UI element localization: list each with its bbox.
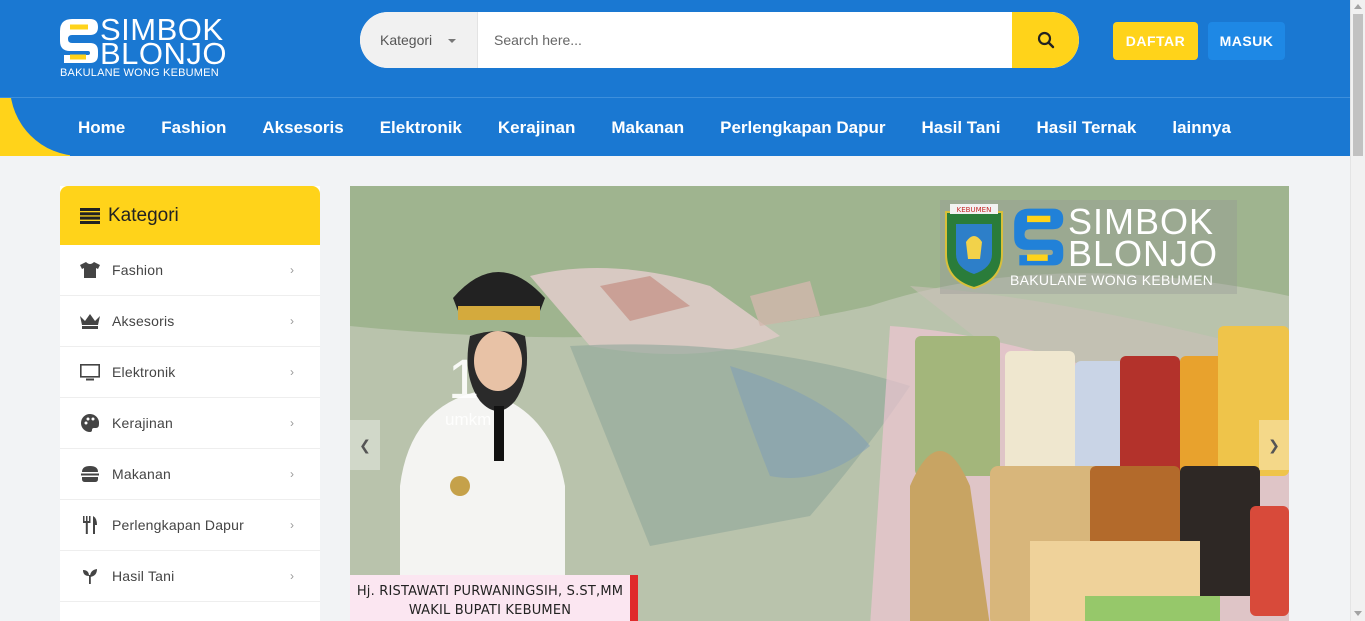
chevron-right-icon: › (290, 467, 294, 481)
logo-mark-icon (60, 19, 98, 63)
slide-number: 1 (448, 347, 480, 410)
list-icon (80, 207, 100, 224)
carousel-next-button[interactable]: ❯ (1259, 420, 1289, 470)
nav-list: Home Fashion Aksesoris Elektronik Keraji… (60, 98, 1249, 156)
caption-title: WAKIL BUPATI KEBUMEN (408, 603, 572, 618)
nav-item-perlengkapan-dapur[interactable]: Perlengkapan Dapur (702, 118, 903, 138)
logo-tagline: BAKULANE WONG KEBUMEN (60, 67, 219, 79)
banner-logo: KEBUMEN SIMBOK BLONJO BAKULANE WONG KEBU… (940, 200, 1237, 294)
sidebar-item-perlengkapan-dapur[interactable]: Perlengkapan Dapur › (60, 500, 320, 551)
sidebar-item-elektronik[interactable]: Elektronik › (60, 347, 320, 398)
nav-item-lainnya[interactable]: lainnya (1154, 118, 1249, 138)
sidebar-item-hasil-tani[interactable]: Hasil Tani › (60, 551, 320, 602)
sidebar-item-label: Kerajinan (112, 415, 173, 431)
category-sidebar: Kategori Fashion › Aksesoris › Elektroni… (60, 186, 320, 621)
emblem-text: KEBUMEN (957, 206, 992, 214)
search-button[interactable] (1012, 12, 1079, 68)
chevron-left-icon: ❮ (359, 436, 371, 453)
sidebar-item-label: Makanan (112, 466, 171, 482)
sidebar-title: Kategori (108, 204, 179, 226)
palette-icon (80, 413, 100, 433)
main-nav: Home Fashion Aksesoris Elektronik Keraji… (0, 97, 1350, 156)
login-button[interactable]: MASUK (1208, 22, 1285, 60)
search-input[interactable] (478, 12, 1012, 68)
search-icon (1037, 31, 1054, 49)
banner-logo-tagline: BAKULANE WONG KEBUMEN (1010, 272, 1214, 288)
nav-item-hasil-tani[interactable]: Hasil Tani (903, 118, 1018, 138)
utensils-icon (80, 515, 100, 535)
logo-word-2: BLONJO (100, 36, 228, 71)
banner-caption: Hj. RISTAWATI PURWANINGSIH, S.ST,MM WAKI… (350, 575, 638, 621)
scroll-thumb[interactable] (1353, 14, 1363, 156)
crown-icon (80, 311, 100, 331)
sidebar-item-label: Hasil Tani (112, 568, 175, 584)
sidebar-item-kerajinan[interactable]: Kerajinan › (60, 398, 320, 449)
header-bar: SIMBOK BLONJO BAKULANE WONG KEBUMEN Kate… (0, 0, 1365, 97)
nav-item-aksesoris[interactable]: Aksesoris (244, 118, 361, 138)
chevron-right-icon: › (290, 416, 294, 430)
caret-down-icon (448, 39, 456, 43)
chevron-right-icon: › (290, 569, 294, 583)
sidebar-item-label: Elektronik (112, 364, 176, 380)
scroll-up-icon[interactable] (1354, 4, 1362, 9)
sidebar-item-label: Perlengkapan Dapur (112, 517, 245, 533)
nav-item-makanan[interactable]: Makanan (593, 118, 702, 138)
chevron-right-icon: › (290, 263, 294, 277)
sidebar-item-label: Aksesoris (112, 313, 175, 329)
site-logo[interactable]: SIMBOK BLONJO BAKULANE WONG KEBUMEN (60, 14, 228, 79)
sidebar-header: Kategori (60, 186, 320, 245)
burger-icon (80, 464, 100, 484)
kebumen-emblem-icon: KEBUMEN (945, 204, 1003, 290)
register-button[interactable]: DAFTAR (1113, 22, 1198, 60)
caption-name: Hj. RISTAWATI PURWANINGSIH, S.ST,MM (356, 584, 624, 599)
carousel-prev-button[interactable]: ❮ (350, 420, 380, 470)
nav-item-home[interactable]: Home (60, 118, 143, 138)
nav-item-elektronik[interactable]: Elektronik (362, 118, 480, 138)
search-bar: Kategori (360, 12, 1079, 68)
seedling-icon (80, 566, 100, 586)
nav-item-hasil-ternak[interactable]: Hasil Ternak (1019, 118, 1155, 138)
desktop-icon (80, 362, 100, 382)
sidebar-item-makanan[interactable]: Makanan › (60, 449, 320, 500)
chevron-right-icon: ❯ (1268, 436, 1280, 453)
scroll-down-icon[interactable] (1354, 611, 1362, 616)
slide-subtitle: umkm (445, 410, 492, 429)
chevron-right-icon: › (290, 518, 294, 532)
tshirt-icon (80, 260, 100, 280)
category-select[interactable]: Kategori (360, 12, 478, 68)
chevron-right-icon: › (290, 314, 294, 328)
category-select-label: Kategori (380, 32, 433, 48)
chevron-right-icon: › (290, 365, 294, 379)
sidebar-item-fashion[interactable]: Fashion › (60, 245, 320, 296)
sidebar-item-aksesoris[interactable]: Aksesoris › (60, 296, 320, 347)
nav-item-kerajinan[interactable]: Kerajinan (480, 118, 593, 138)
nav-item-fashion[interactable]: Fashion (143, 118, 244, 138)
hero-carousel[interactable]: 1 umkm KEBUMEN SIMBOK BLONJO BAKULANE WO… (350, 186, 1289, 621)
page-scrollbar[interactable] (1350, 0, 1365, 621)
banner-logo-word-2: BLONJO (1068, 233, 1219, 274)
sidebar-item-label: Fashion (112, 262, 164, 278)
logo-mark-icon (1014, 208, 1064, 266)
